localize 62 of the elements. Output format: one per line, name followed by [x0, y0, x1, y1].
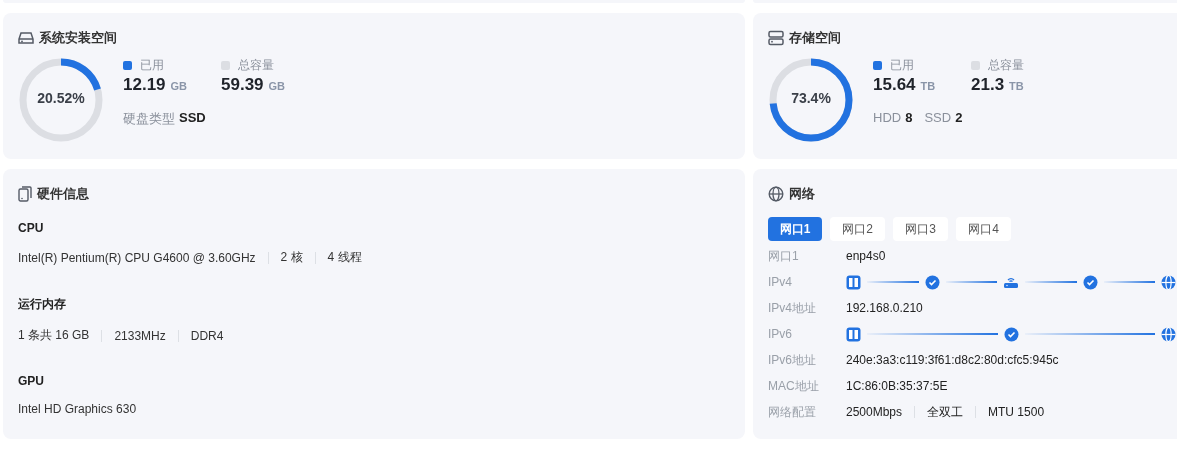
detail-label: SSD [924, 110, 952, 125]
server-icon [768, 30, 784, 46]
detail-value: SSD [179, 110, 206, 127]
spec-value: 1 条共 16 GB [18, 327, 90, 344]
port-tab[interactable]: 网口4 [956, 217, 1011, 241]
field-value: enp4s0 [846, 249, 886, 263]
spec-value: DDR4 [190, 328, 224, 343]
stat-value: 15.64 [873, 75, 916, 95]
field-value: 2500Mbps [846, 405, 903, 419]
section-heading: CPU [18, 221, 45, 235]
field-value: 全双工 [927, 403, 964, 421]
port-tab[interactable]: 网口1 [768, 217, 822, 241]
legend-label: 已用 [890, 57, 914, 74]
legend-label: 总容量 [988, 57, 1024, 74]
device-icon [18, 186, 32, 202]
card-title: 硬件信息 [37, 185, 89, 203]
field-value: 192.168.0.210 [846, 301, 923, 315]
field-label: 网口1 [768, 247, 800, 265]
globe-icon [768, 186, 784, 202]
legend-label: 总容量 [238, 57, 274, 74]
stat-value: 21.3 [971, 75, 1005, 95]
detail-value: 8 [905, 110, 913, 125]
spec-value: Intel HD Graphics 630 [18, 402, 137, 416]
field-label: IPv4地址 [768, 299, 817, 317]
network-card-icon [846, 326, 861, 342]
port-tab[interactable]: 网口3 [893, 217, 948, 241]
check-icon [1082, 274, 1098, 290]
spec-value: 2 核 [280, 249, 303, 266]
card-title: 存储空间 [789, 29, 841, 47]
usage-percent: 73.4% [790, 90, 832, 106]
section-heading: GPU [18, 374, 45, 388]
field-label: IPv4 [768, 275, 793, 289]
field-label: 网络配置 [768, 403, 817, 421]
spec-value: Intel(R) Pentium(R) CPU G4600 @ 3.60GHz [18, 250, 256, 265]
field-label: MAC地址 [768, 377, 820, 395]
field-value: 1C:86:0B:35:37:5E [846, 379, 948, 393]
port-tab[interactable]: 网口2 [830, 217, 885, 241]
field-value: 240e:3a3:c119:3f61:d8c2:80d:cfc5:945c [846, 353, 1059, 367]
detail-value: 2 [955, 110, 963, 125]
spec-value: 2133MHz [114, 328, 166, 343]
usage-percent: 20.52% [36, 90, 86, 106]
section-heading: 运行内存 [18, 296, 67, 313]
field-value: MTU 1500 [988, 405, 1045, 419]
check-icon [924, 274, 940, 290]
field-label: IPv6 [768, 327, 793, 341]
stat-value: 12.19 [123, 75, 166, 95]
detail-label: HDD [873, 110, 902, 125]
legend-label: 已用 [140, 57, 164, 74]
network-card-icon [846, 274, 861, 290]
check-icon [1003, 326, 1019, 342]
router-icon [1003, 275, 1019, 289]
detail-label: 硬盘类型 [123, 110, 175, 128]
stat-unit: TB [920, 80, 936, 92]
stat-unit: TB [1009, 80, 1024, 92]
field-label: IPv6地址 [768, 351, 817, 369]
hard-drive-icon [18, 31, 34, 45]
card-title: 网络 [789, 185, 815, 203]
stat-unit: GB [170, 80, 188, 92]
stat-unit: GB [268, 80, 286, 92]
card-title: 系统安装空间 [39, 29, 117, 47]
spec-value: 4 线程 [327, 249, 362, 266]
stat-value: 59.39 [221, 75, 264, 95]
